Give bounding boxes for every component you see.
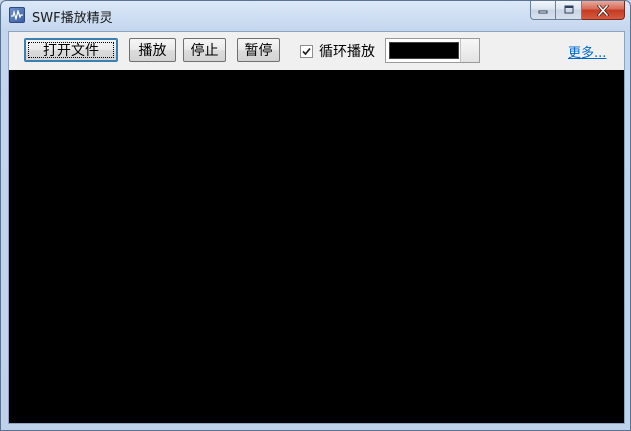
loop-checkbox[interactable] bbox=[300, 44, 313, 58]
close-button[interactable] bbox=[582, 1, 625, 20]
caption-buttons bbox=[530, 1, 625, 21]
app-icon[interactable] bbox=[9, 7, 25, 23]
client-area: 打开文件 播放 停止 暂停 循环播放 更多... bbox=[8, 31, 625, 424]
title-bar[interactable]: SWF播放精灵 bbox=[1, 1, 630, 31]
stop-label: 停止 bbox=[190, 42, 219, 58]
swf-player-stage[interactable] bbox=[9, 70, 624, 423]
open-file-button[interactable]: 打开文件 bbox=[24, 38, 118, 62]
toolbar: 打开文件 播放 停止 暂停 循环播放 更多... bbox=[9, 32, 624, 70]
maximize-button[interactable] bbox=[556, 1, 582, 20]
stop-button[interactable]: 停止 bbox=[183, 38, 226, 62]
play-label: 播放 bbox=[138, 42, 167, 58]
more-link[interactable]: 更多... bbox=[568, 42, 606, 61]
window-title: SWF播放精灵 bbox=[32, 11, 113, 26]
background-color-picker[interactable] bbox=[385, 38, 480, 63]
checkmark-icon bbox=[302, 47, 311, 55]
color-dropdown-button[interactable] bbox=[460, 39, 479, 62]
minimize-icon bbox=[531, 1, 555, 19]
swf-player-window: SWF播放精灵 打开文件 播放 停止 暂停 循环播放 更多... bbox=[0, 0, 631, 431]
loop-label: 循环播放 bbox=[319, 44, 375, 60]
pause-label: 暂停 bbox=[244, 42, 273, 58]
pause-button[interactable]: 暂停 bbox=[237, 38, 280, 62]
close-icon bbox=[582, 1, 624, 19]
color-swatch bbox=[389, 42, 459, 59]
loop-checkbox-control[interactable]: 循环播放 bbox=[300, 43, 375, 60]
focus-ring bbox=[28, 42, 114, 58]
maximize-icon bbox=[556, 1, 581, 19]
minimize-button[interactable] bbox=[530, 1, 556, 20]
play-button[interactable]: 播放 bbox=[129, 38, 176, 62]
